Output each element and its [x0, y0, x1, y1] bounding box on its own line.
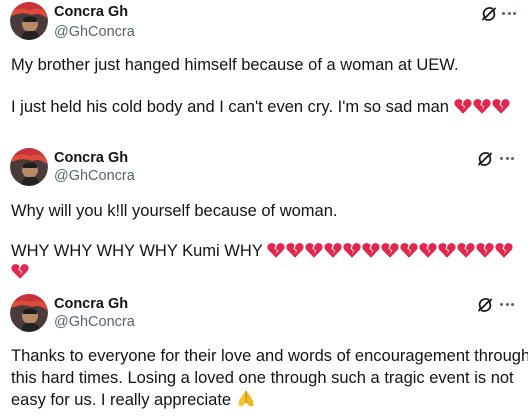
author-name[interactable]: Concra Gh	[54, 150, 128, 166]
grok-icon[interactable]	[481, 6, 497, 22]
more-options-icon[interactable]	[502, 11, 516, 15]
tweet-2[interactable]: Concra Gh @GhConcra Why will you k!ll yo…	[0, 140, 528, 285]
broken-heart-icon	[495, 242, 513, 259]
tweet-text: I just held his cold body and I can't ev…	[11, 98, 449, 116]
tweet-text-line: Why will you k!ll yourself because of wo…	[11, 202, 338, 220]
broken-heart-icon	[362, 242, 380, 259]
broken-heart-icon	[454, 98, 472, 115]
broken-heart-icon	[381, 242, 399, 259]
tweet-1[interactable]: Concra Gh @GhConcra My brother just hang…	[0, 0, 528, 130]
tweet-text-line: My brother just hanged himself because o…	[11, 56, 459, 74]
broken-heart-icon	[324, 242, 342, 259]
broken-heart-icon	[419, 242, 437, 259]
broken-heart-icon	[400, 242, 418, 259]
broken-heart-icon	[438, 242, 456, 259]
avatar[interactable]	[10, 2, 48, 40]
tweet-text-line-wrapped-emoji	[11, 261, 30, 283]
broken-heart-icon	[457, 242, 475, 259]
tweet-text-line-with-emoji: easy for us. I really appreciate	[11, 389, 256, 411]
broken-heart-icon	[305, 242, 323, 259]
grok-icon[interactable]	[477, 151, 493, 167]
avatar[interactable]	[10, 148, 48, 186]
broken-heart-icon	[343, 242, 361, 259]
tweet-3[interactable]: Concra Gh @GhConcra Thanks to everyone f…	[0, 286, 528, 418]
author-handle[interactable]: @GhConcra	[54, 314, 135, 330]
broken-heart-icon	[473, 98, 491, 115]
broken-heart-icon	[286, 242, 304, 259]
author-handle[interactable]: @GhConcra	[54, 24, 135, 40]
more-options-icon[interactable]	[500, 302, 514, 306]
broken-heart-icon	[492, 98, 510, 115]
tweet-text-line: Thanks to everyone for their love and wo…	[11, 347, 528, 365]
folded-hands-icon	[237, 391, 254, 407]
tweet-text: WHY WHY WHY WHY Kumi WHY	[11, 242, 263, 260]
broken-heart-icon	[11, 263, 29, 280]
broken-heart-emoji-row	[454, 98, 511, 116]
avatar[interactable]	[10, 294, 48, 332]
broken-heart-icon	[476, 242, 494, 259]
author-handle[interactable]: @GhConcra	[54, 168, 135, 184]
tweet-text-line: this hard times. Losing a loved one thro…	[11, 369, 514, 387]
tweet-text-line-with-emoji: WHY WHY WHY WHY Kumi WHY	[11, 240, 514, 262]
broken-heart-icon	[267, 242, 285, 259]
broken-heart-emoji-row	[11, 263, 30, 281]
tweet-text-line-with-emoji: I just held his cold body and I can't ev…	[11, 96, 511, 118]
tweet-text: easy for us. I really appreciate	[11, 391, 232, 409]
broken-heart-emoji-row	[267, 242, 514, 260]
author-name[interactable]: Concra Gh	[54, 296, 128, 312]
more-options-icon[interactable]	[500, 156, 514, 160]
grok-icon[interactable]	[477, 297, 493, 313]
author-name[interactable]: Concra Gh	[54, 4, 128, 20]
